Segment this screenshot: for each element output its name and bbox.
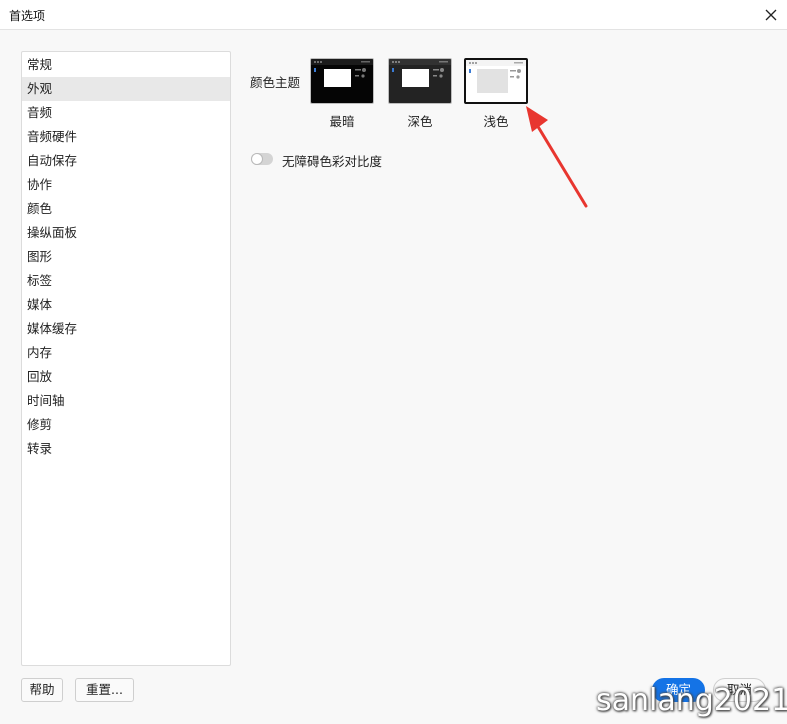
sidebar-item-collaboration[interactable]: 协作 bbox=[22, 173, 230, 197]
theme-dark-preview-art bbox=[389, 59, 451, 103]
sidebar-item-transcription[interactable]: 转录 bbox=[22, 437, 230, 461]
sidebar-item-playback[interactable]: 回放 bbox=[22, 365, 230, 389]
theme-dark-preview bbox=[388, 58, 452, 104]
accessibility-contrast-label: 无障碍色彩对比度 bbox=[282, 154, 383, 169]
sidebar-item-color[interactable]: 颜色 bbox=[22, 197, 230, 221]
theme-darkest[interactable]: 最暗 bbox=[310, 58, 374, 129]
sidebar-item-memory[interactable]: 内存 bbox=[22, 341, 230, 365]
theme-light[interactable]: 浅色 bbox=[464, 58, 528, 129]
window-title: 首选项 bbox=[9, 9, 46, 23]
theme-dark[interactable]: 深色 bbox=[388, 58, 452, 129]
theme-light-preview-art bbox=[466, 60, 526, 102]
theme-darkest-preview bbox=[310, 58, 374, 104]
help-button[interactable]: 帮助 bbox=[21, 678, 63, 702]
sidebar-item-media-cache[interactable]: 媒体缓存 bbox=[22, 317, 230, 341]
sidebar-item-control-surface[interactable]: 操纵面板 bbox=[22, 221, 230, 245]
preferences-sidebar: 常规 外观 音频 音频硬件 自动保存 协作 颜色 操纵面板 图形 标签 媒体 媒… bbox=[21, 51, 231, 666]
theme-dark-label: 深色 bbox=[407, 114, 433, 129]
sidebar-item-labels[interactable]: 标签 bbox=[22, 269, 230, 293]
theme-light-preview bbox=[464, 58, 528, 104]
sidebar-item-audio-hardware[interactable]: 音频硬件 bbox=[22, 125, 230, 149]
watermark-text: sanlang2021 bbox=[596, 683, 787, 718]
sidebar-item-timeline[interactable]: 时间轴 bbox=[22, 389, 230, 413]
toggle-knob bbox=[252, 154, 262, 164]
close-icon bbox=[765, 9, 777, 21]
sidebar-item-trim[interactable]: 修剪 bbox=[22, 413, 230, 437]
sidebar-item-appearance[interactable]: 外观 bbox=[22, 77, 230, 101]
sidebar-item-graphics[interactable]: 图形 bbox=[22, 245, 230, 269]
accessibility-contrast-toggle[interactable] bbox=[251, 153, 273, 165]
accessibility-contrast-row: 无障碍色彩对比度 bbox=[250, 150, 450, 169]
red-arrow-annotation bbox=[526, 106, 588, 208]
sidebar-item-auto-save[interactable]: 自动保存 bbox=[22, 149, 230, 173]
close-button[interactable] bbox=[759, 3, 783, 27]
reset-button[interactable]: 重置... bbox=[75, 678, 134, 702]
title-bar: 首选项 bbox=[0, 0, 787, 30]
color-theme-label: 颜色主题 bbox=[250, 75, 301, 90]
sidebar-item-audio[interactable]: 音频 bbox=[22, 101, 230, 125]
theme-darkest-label: 最暗 bbox=[329, 114, 355, 129]
theme-darkest-preview-art bbox=[311, 59, 373, 103]
sidebar-item-media[interactable]: 媒体 bbox=[22, 293, 230, 317]
sidebar-item-general[interactable]: 常规 bbox=[22, 53, 230, 77]
theme-light-label: 浅色 bbox=[483, 114, 509, 129]
